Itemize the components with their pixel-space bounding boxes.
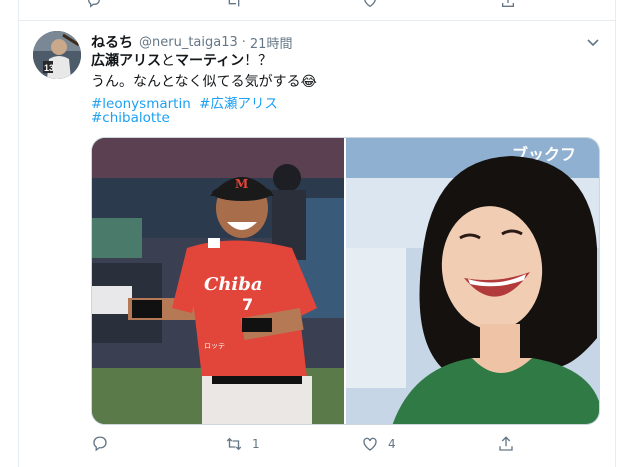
retweet-count: 1 xyxy=(252,437,260,451)
tweet-text-line2: うん。なんとなく似てる気がする😂 xyxy=(91,74,317,90)
tweet-actions: 1 4 xyxy=(91,432,600,456)
svg-text:M: M xyxy=(235,177,248,191)
retweet-button[interactable]: 1 xyxy=(225,435,260,453)
tweet-divider xyxy=(18,20,615,21)
tweet-text-name2: マーティン xyxy=(175,53,245,69)
jersey-text: Chiba xyxy=(204,274,263,295)
badge-text: ロッテ xyxy=(204,342,225,350)
avatar-image: 13 xyxy=(33,31,81,79)
share-button[interactable] xyxy=(497,435,524,453)
svg-text:13: 13 xyxy=(44,63,54,73)
tweet-media[interactable]: Chiba 7 M ロッテ ブックフ xyxy=(91,137,600,425)
share-icon xyxy=(499,436,513,451)
tweet-text-ending: ！？ xyxy=(244,53,273,69)
hashtag-row-2: #chibalotte xyxy=(91,110,170,126)
column-right-border xyxy=(615,0,616,467)
hashtag-link[interactable]: #chibalotte xyxy=(91,110,170,126)
tweet-text-connector: と xyxy=(161,53,175,69)
like-count: 4 xyxy=(388,437,396,451)
reply-icon[interactable] xyxy=(86,0,102,9)
reply-button[interactable] xyxy=(91,435,118,453)
timestamp[interactable]: 21時間 xyxy=(250,33,293,52)
jersey-number: 7 xyxy=(242,295,253,314)
display-name[interactable]: ねるち xyxy=(91,32,133,52)
retweet-icon xyxy=(226,437,242,451)
hashtag-row-1: #leonysmartin #広瀬アリス xyxy=(91,92,278,112)
tweet-header: ねるち @neru_taiga13 · 21時間 xyxy=(91,32,292,52)
hashtag-link[interactable]: #広瀬アリス xyxy=(199,96,278,112)
heart-icon xyxy=(363,437,377,451)
reply-icon xyxy=(93,436,107,452)
user-handle[interactable]: @neru_taiga13 xyxy=(139,35,238,50)
share-icon[interactable] xyxy=(500,0,516,9)
avatar[interactable]: 13 xyxy=(33,31,81,79)
retweet-icon[interactable] xyxy=(226,0,242,9)
photo-smiling-woman[interactable]: ブックフ xyxy=(346,138,600,425)
tweet-text-name1: 広瀬アリス xyxy=(91,53,161,69)
previous-tweet-actions xyxy=(0,0,615,14)
photo-baseball-player[interactable]: Chiba 7 M ロッテ xyxy=(92,138,344,425)
like-button[interactable]: 4 xyxy=(361,435,396,453)
chevron-down-icon[interactable] xyxy=(585,34,601,50)
tweet-text-line1: 広瀬アリスとマーティン！？ xyxy=(91,50,272,70)
timeline-column: 13 ねるち @neru_taiga13 · 21時間 広瀬アリスとマーティン！… xyxy=(0,0,615,467)
column-left-border xyxy=(18,0,19,467)
jersey-badge xyxy=(208,238,220,248)
heart-icon[interactable] xyxy=(362,0,378,9)
separator-dot: · xyxy=(241,34,246,50)
